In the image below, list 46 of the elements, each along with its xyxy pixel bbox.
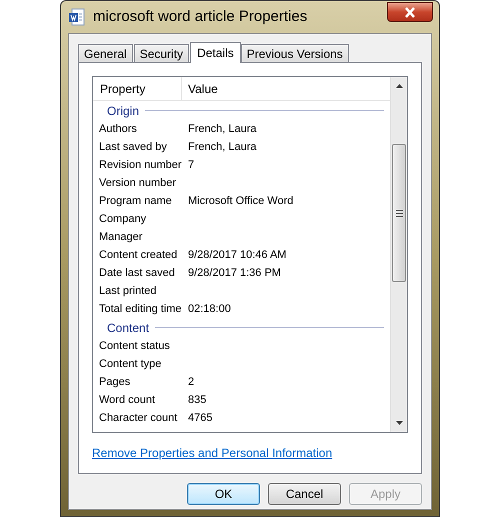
property-name: Content status — [98, 338, 171, 354]
property-value: 9/28/2017 1:36 PM — [187, 266, 281, 281]
property-value: 835 — [187, 392, 206, 408]
property-name: Manager — [98, 230, 144, 245]
group-header: Content — [107, 320, 150, 336]
column-header[interactable]: Value — [182, 77, 390, 100]
property-name: Content created — [98, 248, 178, 263]
property-value: French, Laura — [187, 122, 256, 137]
property-name: Pages — [98, 374, 132, 390]
property-name: Authors — [98, 122, 138, 137]
property-value: 2 — [187, 374, 194, 390]
tab[interactable]: Security — [134, 44, 190, 62]
property-name: Company — [98, 212, 148, 227]
property-name: Revision number — [98, 158, 182, 173]
property-name: Last printed — [98, 284, 158, 299]
property-name: Content type — [98, 356, 162, 372]
property-name: Version number — [98, 176, 178, 191]
property-name: Program name — [98, 194, 173, 209]
scroll-thumb[interactable] — [392, 144, 406, 282]
property-name: Character count — [98, 410, 178, 426]
property-value: 7 — [187, 158, 194, 173]
tab[interactable]: Previous Versions — [240, 44, 349, 62]
scrollbar[interactable] — [390, 77, 407, 432]
close-button[interactable] — [387, 2, 433, 22]
close-icon — [404, 6, 416, 18]
scroll-down-icon[interactable] — [396, 421, 402, 425]
scroll-up-icon[interactable] — [396, 84, 402, 88]
property-name: Word count — [98, 392, 156, 408]
grip-icon — [396, 210, 402, 216]
property-value: 02:18:00 — [187, 302, 231, 317]
property-value: 4765 — [187, 410, 212, 426]
dialog-button[interactable]: OK — [187, 483, 260, 505]
group-header: Origin — [107, 102, 140, 120]
tab[interactable]: Details — [190, 42, 241, 63]
property-name: Total editing time — [98, 302, 182, 317]
document-icon — [69, 8, 85, 26]
column-header[interactable]: Property — [93, 77, 182, 100]
property-value: 9/28/2017 10:46 AM — [187, 248, 286, 263]
window-title: microsoft word article Properties — [93, 6, 308, 27]
property-name: Date last saved — [98, 266, 176, 281]
tab[interactable]: General — [78, 44, 133, 62]
remove-properties-link[interactable]: Remove Properties and Personal Information — [92, 444, 332, 462]
property-value: French, Laura — [187, 140, 256, 155]
property-value: Microsoft Office Word — [187, 194, 294, 209]
property-name: Last saved by — [98, 140, 168, 155]
dialog-button[interactable]: Cancel — [268, 483, 341, 505]
